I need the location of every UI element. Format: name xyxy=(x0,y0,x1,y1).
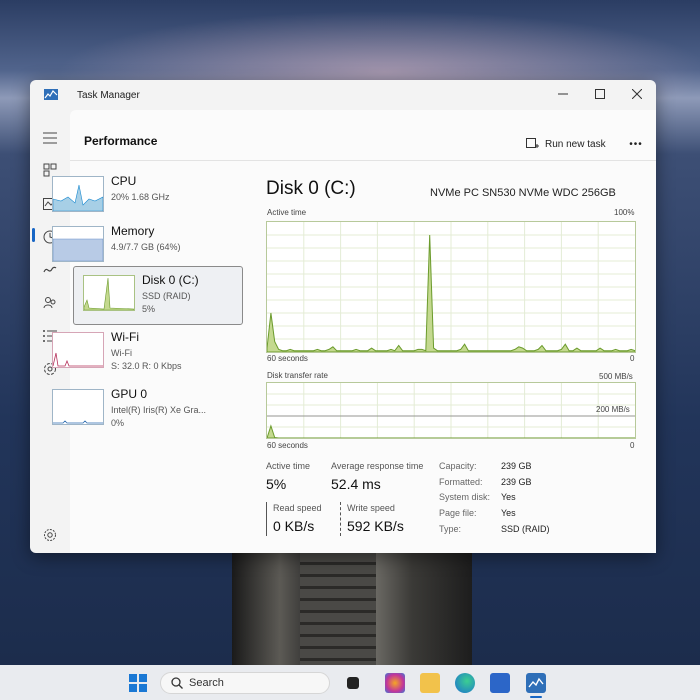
transfer-rate-graph xyxy=(266,382,636,439)
maximize-icon xyxy=(595,89,605,99)
prop-value: 239 GB xyxy=(501,477,532,487)
hamburger-menu-icon[interactable] xyxy=(40,128,60,148)
prop-label: Type: xyxy=(439,524,462,534)
prop-value: 239 GB xyxy=(501,461,532,471)
resource-detail: 4.9/7.7 GB (64%) xyxy=(111,242,181,252)
pulse-icon xyxy=(528,677,544,688)
active-time-value: 5% xyxy=(266,476,287,492)
prop-value: Yes xyxy=(501,492,516,502)
prop-label: Formatted: xyxy=(439,477,483,487)
gpu-thumbnail-graph xyxy=(52,389,104,425)
minimize-button[interactable] xyxy=(550,84,576,104)
active-app-indicator xyxy=(530,696,542,698)
taskbar-search-box[interactable]: Search xyxy=(160,672,330,694)
resource-detail: Intel(R) Iris(R) Xe Gra... xyxy=(111,405,207,415)
start-button[interactable] xyxy=(128,673,148,693)
active-time-graph-span: 60 seconds xyxy=(267,354,308,363)
active-time-label: Active time xyxy=(266,461,311,471)
resource-detail: Wi-Fi xyxy=(111,348,132,358)
resource-usage: 0% xyxy=(111,418,125,428)
read-speed-marker xyxy=(266,502,267,536)
read-speed-value: 0 KB/s xyxy=(273,518,315,534)
prop-label: Page file: xyxy=(439,508,477,518)
prop-label: System disk: xyxy=(439,492,491,502)
transfer-rate-graph-span: 60 seconds xyxy=(267,441,308,450)
prop-value: SSD (RAID) xyxy=(501,524,550,534)
resource-detail: SSD (RAID) xyxy=(142,291,191,301)
task-manager-taskbar-icon[interactable] xyxy=(526,673,546,693)
detail-title: Disk 0 (C:) xyxy=(266,178,356,199)
run-new-task-button[interactable]: Run new task xyxy=(526,134,606,154)
active-time-graph xyxy=(266,221,636,353)
window-title: Task Manager xyxy=(77,90,140,101)
task-manager-app-icon xyxy=(44,89,58,100)
file-explorer-icon[interactable] xyxy=(420,673,440,693)
transfer-rate-graph-max: 500 MB/s xyxy=(599,372,633,381)
read-speed-label: Read speed xyxy=(273,503,322,513)
maximize-button[interactable] xyxy=(587,84,613,104)
header-divider xyxy=(70,160,656,161)
title-bar[interactable]: Task Manager xyxy=(30,80,656,110)
cpu-thumbnail-graph xyxy=(52,176,104,212)
active-time-graph-min: 0 xyxy=(630,354,635,363)
memory-thumbnail-graph xyxy=(52,226,104,262)
resource-name: Disk 0 (C:) xyxy=(142,273,199,287)
resource-name: Wi-Fi xyxy=(111,330,139,344)
windows-logo-icon xyxy=(129,674,147,692)
resource-item-disk[interactable]: Disk 0 (C:) SSD (RAID) 5% xyxy=(73,266,243,325)
nav-active-indicator xyxy=(32,228,35,242)
store-icon[interactable] xyxy=(490,673,510,693)
transfer-rate-graph-label: Disk transfer rate xyxy=(267,371,328,380)
resource-name: Memory xyxy=(111,224,155,238)
resource-item-gpu[interactable]: GPU 0 Intel(R) Iris(R) Xe Gra... 0% xyxy=(43,381,211,437)
users-icon[interactable] xyxy=(40,293,60,313)
settings-gear-icon[interactable] xyxy=(40,525,60,545)
avg-response-label: Average response time xyxy=(331,461,424,471)
search-icon xyxy=(171,677,183,689)
wifi-thumbnail-graph xyxy=(52,332,104,368)
minimize-icon xyxy=(558,93,568,95)
disk-thumbnail-graph xyxy=(83,275,135,311)
write-speed-marker xyxy=(340,502,342,536)
avg-response-value: 52.4 ms xyxy=(331,476,381,492)
transfer-rate-graph-min: 0 xyxy=(630,441,635,450)
run-task-icon xyxy=(526,138,539,148)
prop-label: Capacity: xyxy=(439,461,477,471)
copilot-icon[interactable] xyxy=(385,673,405,693)
resource-name: CPU xyxy=(111,174,137,188)
resource-detail: 20% 1.68 GHz xyxy=(111,192,170,202)
more-options-button[interactable]: ••• xyxy=(626,134,646,154)
search-placeholder: Search xyxy=(189,677,224,689)
edge-browser-icon[interactable] xyxy=(455,673,475,693)
resource-usage: 5% xyxy=(142,304,156,314)
close-button[interactable] xyxy=(624,84,650,104)
resource-name: GPU 0 xyxy=(111,387,148,401)
run-new-task-label: Run new task xyxy=(545,138,606,150)
active-time-graph-max: 100% xyxy=(614,208,635,217)
wallpaper-pier-steps xyxy=(300,553,376,665)
task-view-icon[interactable] xyxy=(347,677,359,689)
resource-item-wifi[interactable]: Wi-Fi Wi-Fi S: 32.0 R: 0 Kbps xyxy=(43,324,211,380)
write-speed-label: Write speed xyxy=(347,503,395,513)
disk-model: NVMe PC SN530 NVMe WDC 256GB xyxy=(430,187,616,199)
active-time-graph-label: Active time xyxy=(267,208,307,217)
write-speed-value: 592 KB/s xyxy=(347,518,404,534)
close-icon xyxy=(632,89,642,99)
resource-throughput: S: 32.0 R: 0 Kbps xyxy=(111,361,182,371)
resource-item-cpu[interactable]: CPU 20% 1.68 GHz xyxy=(43,168,211,224)
taskbar: Search xyxy=(0,665,700,700)
page-title: Performance xyxy=(84,134,158,148)
prop-value: Yes xyxy=(501,508,516,518)
transfer-rate-graph-mid: 200 MB/s xyxy=(596,405,630,414)
more-options-icon: ••• xyxy=(629,138,643,150)
